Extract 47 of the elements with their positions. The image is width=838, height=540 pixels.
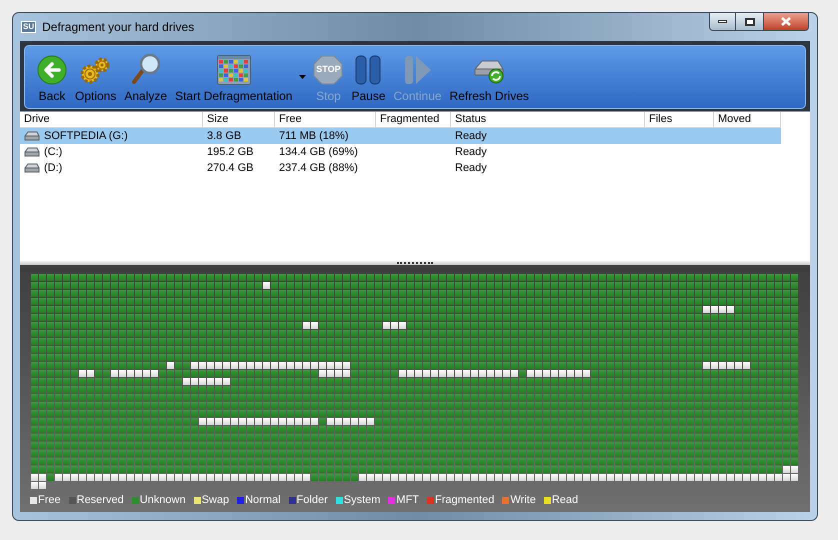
drive-row[interactable]: SOFTPEDIA (G:) 3.8 GB 711 MB (18%) Ready [20,128,781,144]
drive-row[interactable]: (C:) 195.2 GB 134.4 GB (69%) Ready [20,144,781,160]
table-cell-text: 711 MB (18%) [279,128,348,144]
magnifier-icon [130,53,162,85]
minimize-button[interactable] [709,12,736,31]
app-badge: SU [21,21,36,33]
maximize-button[interactable] [736,12,763,31]
drive-icon [24,147,40,157]
pause-icon [354,55,382,85]
toolbar-button[interactable]: Start Defragmentation [171,55,296,105]
legend-label: Swap [202,493,230,508]
legend-label: System [344,493,380,508]
table-cell-text: 3.8 GB [207,128,242,144]
table-cell-text: (C:) [44,144,62,160]
legend-label: Reserved [76,493,124,508]
legend-label: Fragmented [435,493,494,508]
legend-label: Write [510,493,536,508]
toolbar-button[interactable]: Back [33,55,71,105]
close-icon [781,17,791,26]
legend-label: Unknown [140,493,186,508]
legend-label: Free [38,493,61,508]
table-cell-text: Ready [455,144,487,160]
drive-row[interactable]: (D:) 270.4 GB 237.4 GB (88%) Ready [20,160,781,176]
table-cell-text: SOFTPEDIA (G:) [44,128,128,144]
legend-label: Folder [296,493,328,508]
toolbar-button[interactable]: Refresh Drives [446,55,533,105]
table-cell-text: 134.4 GB (69%) [279,144,358,160]
stop-sign-text: STOP [315,63,342,76]
play-icon [402,55,433,85]
dropdown-caret-icon[interactable] [299,75,306,79]
legend-label: MFT [396,493,420,508]
table-cell-text: 270.4 GB [207,160,254,176]
table-cell-text: Ready [455,128,487,144]
legend-label: Normal [245,493,281,508]
drive-icon [24,163,40,173]
toolbar-button[interactable]: Analyze [120,53,172,105]
toolbar-button[interactable]: Pause [347,55,390,105]
table-cell-text: Ready [455,160,487,176]
close-button[interactable] [763,12,809,31]
window-title: Defragment your hard drives [42,19,194,36]
colored-grid-icon [216,55,251,85]
table-cell-text: (D:) [44,160,62,176]
table-cell-text: 195.2 GB [207,144,254,160]
toolbar-button[interactable]: Options [71,55,120,105]
table-cell-text: 237.4 GB (88%) [279,160,358,176]
legend-label: Read [552,493,578,508]
drive-icon [24,131,40,141]
